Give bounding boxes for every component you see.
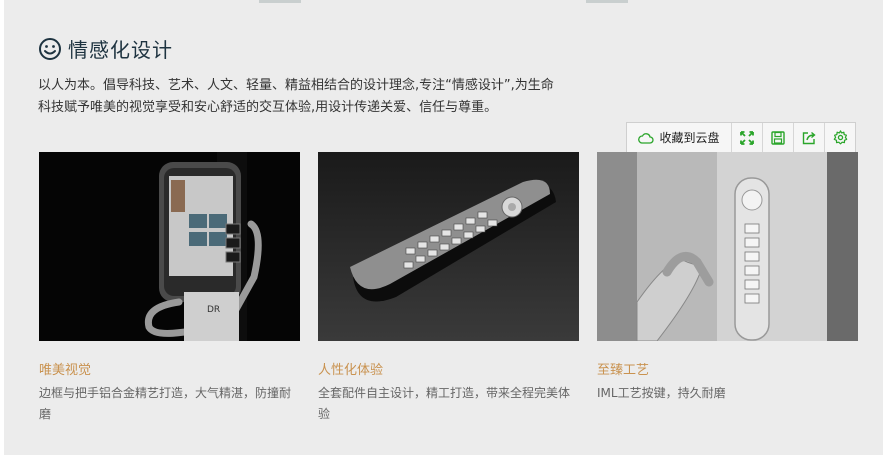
card-title: 人性化体验 <box>318 363 384 378</box>
cloud-icon <box>638 132 655 144</box>
section-description: 以人为本。倡导科技、艺术、人文、轻量、精益相结合的设计理念,专注“情感设计”,为… <box>38 75 628 119</box>
description-line: 科技赋予唯美的视觉享受和安心舒适的交互体验,用设计传递关爱、信任与尊重。 <box>38 100 498 115</box>
logo-text: DR <box>207 305 220 315</box>
keypad-photo <box>597 152 858 341</box>
card-image-keypad <box>597 152 858 341</box>
expand-icon <box>740 130 754 145</box>
image-toolbar: 收藏到云盘 <box>626 122 856 153</box>
card-image-door-panel: DR <box>39 152 300 341</box>
card-description: 边框与把手铝合金精艺打造，大气精湛，防撞耐磨 <box>39 386 292 421</box>
save-icon <box>771 130 785 145</box>
save-to-cloud-label: 收藏到云盘 <box>659 131 720 145</box>
feature-card: 至臻工艺 IML工艺按键，持久耐磨 <box>597 152 858 404</box>
settings-button[interactable] <box>825 123 855 152</box>
feature-card: 人性化体验 全套配件自主设计，精工打造，带来全程完美体验 <box>318 152 579 425</box>
section-title: 情感化设计 <box>68 38 173 62</box>
card-description: 全套配件自主设计，精工打造，带来全程完美体验 <box>318 386 571 421</box>
fullscreen-button[interactable] <box>732 123 763 152</box>
card-description: IML工艺按键，持久耐磨 <box>597 386 726 400</box>
card-title: 至臻工艺 <box>597 363 650 378</box>
save-to-cloud-button[interactable]: 收藏到云盘 <box>627 123 732 152</box>
share-button[interactable] <box>794 123 825 152</box>
smiley-icon <box>39 37 61 60</box>
card-title: 唯美视觉 <box>39 363 92 378</box>
feature-card: DR 唯美视觉 边框与把手铝合金精艺打造，大气精湛，防撞耐磨 <box>39 152 300 425</box>
door-panel-photo: DR <box>39 152 300 341</box>
gear-icon <box>833 130 847 145</box>
save-image-button[interactable] <box>763 123 794 152</box>
card-image-remote <box>318 152 579 341</box>
section-header: 情感化设计 <box>38 34 173 63</box>
description-line: 以人为本。倡导科技、艺术、人文、轻量、精益相结合的设计理念,专注“情感设计”,为… <box>38 78 554 93</box>
top-tab-marker <box>259 0 301 3</box>
remote-control-photo <box>318 152 579 341</box>
share-icon <box>802 131 816 144</box>
top-tab-marker <box>586 0 628 3</box>
